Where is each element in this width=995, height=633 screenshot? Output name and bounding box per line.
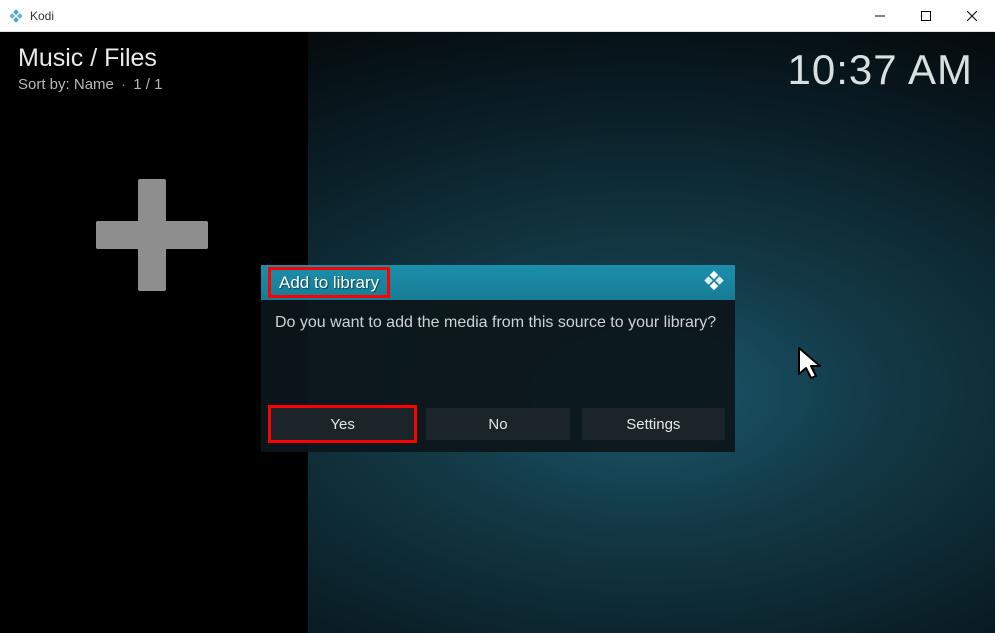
mouse-cursor-icon (797, 346, 825, 387)
highlight-title-box: Add to library (268, 267, 390, 298)
sort-status: Sort by: Name · 1 / 1 (18, 76, 162, 93)
add-source-tile[interactable] (72, 155, 232, 315)
kodi-logo-icon (8, 8, 24, 24)
window-titlebar: Kodi (0, 0, 995, 32)
app-content: Music / Files Sort by: Name · 1 / 1 10:3… (0, 32, 995, 633)
separator-dot: · (121, 76, 126, 93)
page-count: 1 / 1 (133, 76, 162, 93)
plus-icon (96, 179, 208, 291)
window-title: Kodi (30, 9, 54, 23)
maximize-button[interactable] (903, 0, 949, 32)
sort-value: Name (74, 76, 114, 93)
dialog-button-row: Yes No Settings (261, 408, 735, 452)
sort-label: Sort by: (18, 76, 70, 93)
kodi-emblem-icon (703, 269, 725, 296)
dialog-title: Add to library (279, 273, 379, 292)
confirm-dialog: Add to library Do you want to add the me… (261, 265, 735, 452)
no-button[interactable]: No (426, 408, 569, 440)
minimize-button[interactable] (857, 0, 903, 32)
yes-button[interactable]: Yes (271, 408, 414, 440)
dialog-header: Add to library (261, 265, 735, 300)
close-button[interactable] (949, 0, 995, 32)
clock: 10:37 AM (788, 46, 973, 94)
dialog-message: Do you want to add the media from this s… (261, 300, 735, 348)
breadcrumb: Music / Files (18, 44, 157, 73)
settings-button[interactable]: Settings (582, 408, 725, 440)
